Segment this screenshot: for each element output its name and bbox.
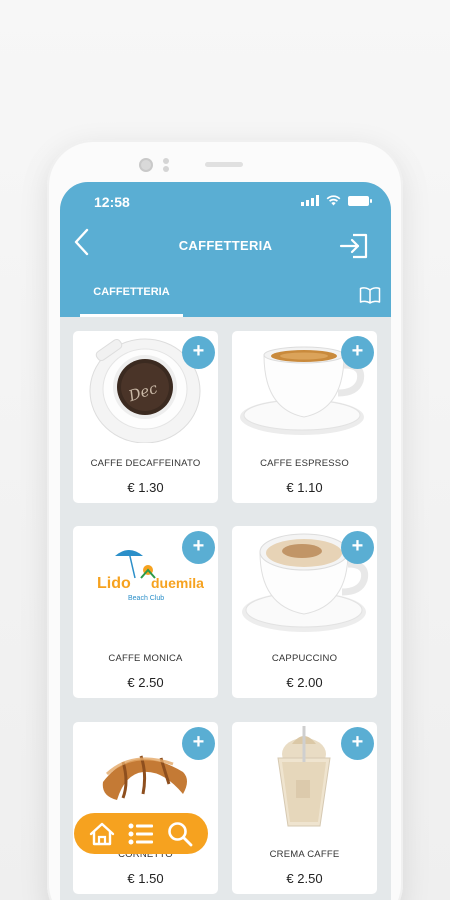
tab-label: CAFFETTERIA xyxy=(93,286,170,298)
product-card[interactable]: + CORNETTO € 1.50 xyxy=(73,722,218,894)
bottom-nav xyxy=(74,813,208,854)
add-button[interactable]: + xyxy=(341,336,374,369)
product-price: € 1.10 xyxy=(286,480,323,495)
nav-list[interactable] xyxy=(127,821,155,847)
product-name: CAFFE MONICA xyxy=(108,653,183,664)
logo-word-duemila: duemila xyxy=(151,575,204,591)
phone-sensors xyxy=(163,158,169,172)
product-card[interactable]: + CAPPUCCINO € 2.00 xyxy=(232,526,377,698)
home-icon xyxy=(89,822,114,845)
add-button[interactable]: + xyxy=(341,727,374,760)
status-time: 12:58 xyxy=(94,194,130,210)
product-name: CAPPUCCINO xyxy=(271,653,338,664)
phone-speaker xyxy=(205,162,243,167)
wifi-icon xyxy=(326,195,341,206)
add-button[interactable]: + xyxy=(182,336,215,369)
product-price: € 2.50 xyxy=(127,675,164,690)
list-icon xyxy=(128,823,153,844)
nav-home[interactable] xyxy=(88,821,116,847)
product-price: € 2.00 xyxy=(286,675,323,690)
app-screen: 12:58 CAFFETTERIA CAFFETTERIA Dec + CAFF… xyxy=(60,182,391,900)
product-name: CREMA CAFFE xyxy=(269,849,340,860)
product-card[interactable]: + CREMA CAFFE € 2.50 xyxy=(232,722,377,894)
product-price: € 2.50 xyxy=(286,871,323,886)
menu-book-button[interactable] xyxy=(359,286,381,304)
add-button[interactable]: + xyxy=(182,531,215,564)
signal-icon xyxy=(301,195,319,206)
battery-icon xyxy=(348,195,372,206)
logo-tagline: Beach Club xyxy=(128,595,164,602)
nav-search[interactable] xyxy=(166,821,194,847)
search-icon xyxy=(168,821,193,846)
logo-word-lido: Lido xyxy=(97,575,131,592)
app-header: 12:58 CAFFETTERIA CAFFETTERIA xyxy=(60,182,391,317)
tab-active-indicator xyxy=(80,314,183,317)
product-price: € 1.30 xyxy=(127,480,164,495)
login-icon xyxy=(339,233,368,259)
add-button[interactable]: + xyxy=(341,531,374,564)
product-name: CAFFE DECAFFEINATO xyxy=(90,458,201,469)
add-button[interactable]: + xyxy=(182,727,215,760)
product-name: CAFFE ESPRESSO xyxy=(260,458,349,469)
product-card[interactable]: Dec + CAFFE DECAFFEINATO € 1.30 xyxy=(73,331,218,503)
product-card[interactable]: Lido duemila Beach Club + CAFFE MONICA €… xyxy=(73,526,218,698)
front-camera xyxy=(139,158,153,172)
status-icons xyxy=(301,195,372,206)
product-card[interactable]: + CAFFE ESPRESSO € 1.10 xyxy=(232,331,377,503)
tab-caffetteria[interactable]: CAFFETTERIA xyxy=(80,280,183,317)
product-price: € 1.50 xyxy=(127,871,164,886)
login-button[interactable] xyxy=(339,232,369,260)
book-icon xyxy=(359,287,381,304)
